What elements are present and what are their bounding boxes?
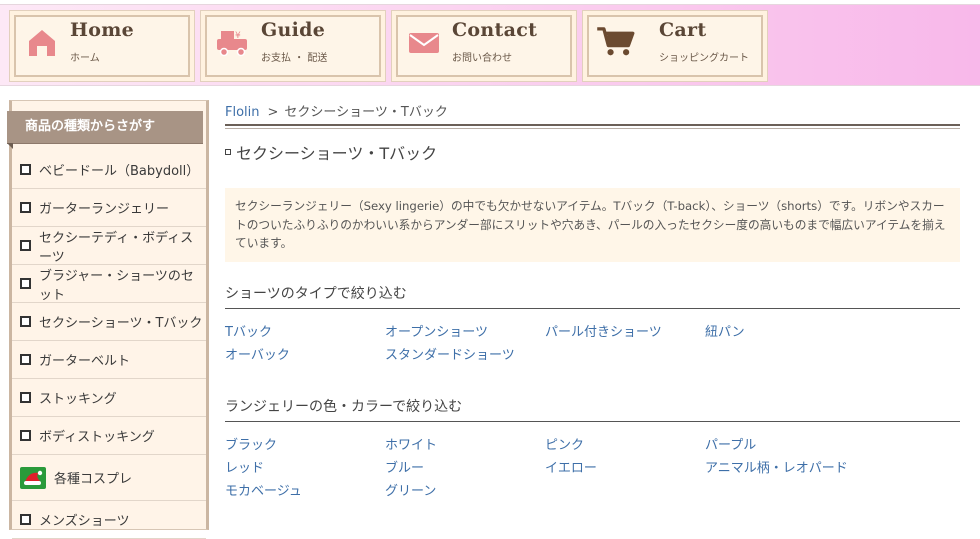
nav-contact-button[interactable]: Contact お問い合わせ xyxy=(391,10,577,82)
filter-link-pearl-shorts[interactable]: パール付きショーツ xyxy=(545,324,705,342)
breadcrumb-home-link[interactable]: Flolin xyxy=(225,105,260,120)
breadcrumb-separator: > xyxy=(267,105,279,120)
sidebar-item-label: ブラジャー・ショーツのセット xyxy=(39,268,194,303)
color-link-blue[interactable]: ブルー xyxy=(385,460,545,478)
color-link-pink[interactable]: ピンク xyxy=(545,437,705,455)
delivery-truck-icon: ¥ xyxy=(217,31,247,57)
nav-home-title: Home xyxy=(70,19,135,41)
sidebar-item-label: ストッキング xyxy=(39,392,117,407)
color-link-green[interactable]: グリーン xyxy=(385,483,545,501)
nav-cart-title: Cart xyxy=(659,19,707,41)
sidebar-item-body-stocking[interactable]: ボディストッキング xyxy=(12,417,206,455)
color-link-black[interactable]: ブラック xyxy=(225,437,385,455)
top-navigation: Home ホーム ¥ Guide お支払 ・ 配送 Contact お問い合わせ xyxy=(0,4,980,86)
color-link-yellow[interactable]: イエロー xyxy=(545,460,705,478)
house-icon xyxy=(29,30,55,56)
nav-contact-subtitle: お問い合わせ xyxy=(452,53,512,64)
square-bullet-icon xyxy=(20,316,31,327)
color-link-mocha-beige[interactable]: モカベージュ xyxy=(225,483,385,501)
square-bullet-icon xyxy=(20,278,31,289)
category-sidebar: 商品の種類からさがす ベビードール（Babydoll） ガーターランジェリー セ… xyxy=(7,100,209,539)
color-link-animal-leopard[interactable]: アニマル柄・レオパード xyxy=(705,460,865,478)
sidebar-item-teddy-bodysuit[interactable]: セクシーテディ・ボディスーツ xyxy=(12,227,206,265)
sidebar-item-cosplay[interactable]: 各種コスプレ xyxy=(12,455,206,501)
nav-cart-button[interactable]: Cart ショッピングカート xyxy=(582,10,768,82)
breadcrumb-divider-thin xyxy=(225,128,960,129)
square-bullet-icon xyxy=(20,202,31,213)
breadcrumb-current: セクシーショーツ・Tバック xyxy=(284,105,448,120)
filter-link-open-back[interactable]: オーバック xyxy=(225,347,385,365)
nav-guide-subtitle: お支払 ・ 配送 xyxy=(261,53,328,64)
svg-text:¥: ¥ xyxy=(235,31,241,41)
square-bullet-icon xyxy=(20,430,31,441)
square-bullet-icon xyxy=(20,164,31,175)
shopping-cart-icon xyxy=(597,27,635,56)
nav-cart-subtitle: ショッピングカート xyxy=(659,53,749,64)
breadcrumb: Flolin > セクシーショーツ・Tバック xyxy=(225,101,448,120)
sidebar-item-mens-shorts[interactable]: メンズショーツ xyxy=(12,501,206,539)
sidebar-item-label: ガーターベルト xyxy=(39,354,131,369)
sidebar-item-label: 各種コスプレ xyxy=(54,472,133,487)
nav-contact-title: Contact xyxy=(452,19,538,41)
square-bullet-icon xyxy=(20,392,31,403)
sidebar-item-bra-set[interactable]: ブラジャー・ショーツのセット xyxy=(12,265,206,303)
color-filter-divider xyxy=(225,421,960,422)
color-link-purple[interactable]: パープル xyxy=(705,437,865,455)
type-filter-divider xyxy=(225,308,960,309)
envelope-icon xyxy=(409,33,439,53)
sidebar-item-stockings[interactable]: ストッキング xyxy=(12,379,206,417)
nav-home-button[interactable]: Home ホーム xyxy=(9,10,195,82)
sidebar-item-label: セクシーテディ・ボディスーツ xyxy=(39,230,194,265)
filter-link-tback[interactable]: Tバック xyxy=(225,324,385,342)
square-bullet-icon xyxy=(225,149,231,155)
sidebar-item-label: ベビードール（Babydoll） xyxy=(39,164,200,179)
filter-link-string-panties[interactable]: 紐パン xyxy=(705,324,865,342)
square-bullet-icon xyxy=(20,240,31,251)
color-link-white[interactable]: ホワイト xyxy=(385,437,545,455)
filter-link-standard-shorts[interactable]: スタンダードショーツ xyxy=(385,347,545,365)
page-title: セクシーショーツ・Tバック xyxy=(225,140,437,164)
nav-home-subtitle: ホーム xyxy=(70,53,100,64)
sidebar-item-garter-belt[interactable]: ガーターベルト xyxy=(12,341,206,379)
filter-link-open-shorts[interactable]: オープンショーツ xyxy=(385,324,545,342)
nav-guide-button[interactable]: ¥ Guide お支払 ・ 配送 xyxy=(200,10,386,82)
santa-hat-icon xyxy=(20,466,46,489)
sidebar-item-label: ボディストッキング xyxy=(39,430,155,445)
square-bullet-icon xyxy=(20,354,31,365)
type-filter-title: ショーツのタイプで絞り込む xyxy=(225,286,407,302)
category-list: ベビードール（Babydoll） ガーターランジェリー セクシーテディ・ボディス… xyxy=(12,151,206,539)
sidebar-item-garter-lingerie[interactable]: ガーターランジェリー xyxy=(12,189,206,227)
color-filter-title: ランジェリーの色・カラーで絞り込む xyxy=(225,399,463,415)
sidebar-item-shorts-tback[interactable]: セクシーショーツ・Tバック xyxy=(12,303,206,341)
sidebar-item-label: セクシーショーツ・Tバック xyxy=(39,316,203,331)
nav-guide-title: Guide xyxy=(261,19,326,41)
color-link-red[interactable]: レッド xyxy=(225,460,385,478)
color-filter-links: ブラック ホワイト ピンク パープル レッド ブルー イエロー アニマル柄・レオ… xyxy=(225,437,960,501)
sidebar-item-label: ガーターランジェリー xyxy=(39,202,170,217)
page-title-text: セクシーショーツ・Tバック xyxy=(236,144,438,163)
sidebar-item-babydoll[interactable]: ベビードール（Babydoll） xyxy=(12,151,206,189)
breadcrumb-divider xyxy=(225,124,960,126)
category-description: セクシーランジェリー（Sexy lingerie）の中でも欠かせないアイテム。T… xyxy=(225,188,960,262)
sidebar-heading: 商品の種類からさがす xyxy=(7,111,203,149)
type-filter-links: Tバック オープンショーツ パール付きショーツ 紐パン オーバック スタンダード… xyxy=(225,324,960,365)
